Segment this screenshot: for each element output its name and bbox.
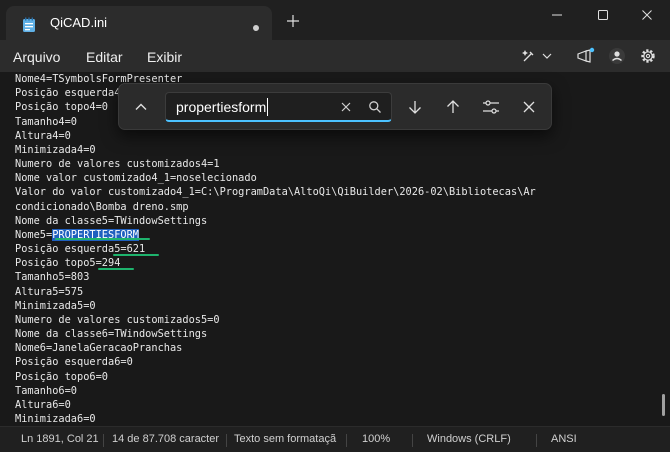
annotation-underline [55, 238, 150, 240]
find-previous-button[interactable] [441, 95, 465, 119]
text-line: Minimizada4=0 [15, 144, 96, 156]
tab-title: QiCAD.ini [50, 15, 108, 30]
find-panel: propertiesform [118, 83, 552, 130]
text-line: condicionado\Bomba dreno.smp [15, 201, 189, 213]
find-input[interactable]: propertiesform [165, 92, 392, 122]
text-line: Minimizada6=0 [15, 413, 96, 425]
text-line: Posição topo4=0 [15, 101, 108, 113]
chevron-up-icon [135, 103, 147, 110]
annotation-underline [113, 254, 159, 256]
vertical-scrollbar-thumb[interactable] [662, 394, 665, 416]
account-button[interactable] [605, 45, 629, 67]
copilot-button[interactable] [518, 45, 556, 67]
arrow-down-icon [409, 101, 421, 114]
text-line: Tamanho4=0 [15, 116, 77, 128]
text-line: Tamanho6=0 [15, 385, 77, 397]
sparkle-pen-icon [522, 50, 552, 62]
unsaved-dot-icon[interactable] [253, 25, 259, 31]
maximize-button[interactable] [580, 0, 626, 30]
menu-file[interactable]: Arquivo [13, 49, 60, 65]
close-window-button[interactable] [624, 0, 670, 30]
text-line: Altura4=0 [15, 130, 71, 142]
status-divider [226, 434, 227, 447]
text-line: Nome6=JanelaGeracaoPranchas [15, 342, 183, 354]
status-bar: Ln 1891, Col 21 14 de 87.708 caracter Te… [0, 426, 670, 452]
find-next-button[interactable] [403, 95, 427, 119]
minimize-button[interactable] [534, 0, 580, 30]
text-line: Posição esquerda6=0 [15, 356, 133, 368]
account-icon [609, 48, 625, 64]
settings-button[interactable] [636, 45, 660, 67]
maximize-icon [598, 10, 608, 20]
match-line-prefix: Nome5= [15, 229, 53, 241]
status-divider [412, 434, 413, 447]
text-line: Minimizada5=0 [15, 300, 96, 312]
text-line: Posição topo6=0 [15, 371, 108, 383]
megaphone-icon [577, 47, 595, 63]
text-line: Altura5=575 [15, 286, 84, 298]
text-line: Valor do valor customizado4_1=C:\Program… [15, 186, 536, 198]
text-line: Nome da classe5=TWindowSettings [15, 215, 208, 227]
new-tab-plus-icon[interactable] [284, 12, 302, 30]
status-divider [346, 434, 347, 447]
document-tab[interactable]: QiCAD.ini [6, 6, 272, 40]
close-icon [642, 10, 652, 20]
status-divider [536, 434, 537, 447]
sliders-icon [483, 100, 499, 114]
format-status[interactable]: Texto sem formataçã [234, 433, 336, 445]
text-line: Altura6=0 [15, 399, 71, 411]
selection-count: 14 de 87.708 caracter [112, 433, 220, 445]
zoom-level[interactable]: 100% [362, 433, 390, 445]
cursor-position: Ln 1891, Col 21 [21, 433, 99, 445]
title-bar: QiCAD.ini [0, 0, 670, 40]
find-options-button[interactable] [479, 95, 503, 119]
notepad-icon [23, 17, 35, 32]
menu-view[interactable]: Exibir [147, 49, 182, 65]
text-caret [267, 98, 268, 116]
collapse-replace-button[interactable] [129, 95, 153, 119]
search-icon[interactable] [368, 100, 382, 114]
minimize-icon [552, 14, 562, 16]
find-query: propertiesform [176, 99, 267, 115]
annotation-underline [98, 268, 134, 270]
status-divider [103, 434, 104, 447]
close-icon [523, 101, 535, 113]
menu-edit[interactable]: Editar [86, 49, 123, 65]
clear-search-icon[interactable] [340, 101, 352, 113]
text-line: Nome da classe6=TWindowSettings [15, 328, 208, 340]
text-line: Numero de valores customizados4=1 [15, 158, 220, 170]
gear-icon [641, 49, 655, 63]
line-ending[interactable]: Windows (CRLF) [427, 433, 511, 445]
encoding[interactable]: ANSI [551, 433, 577, 445]
text-line: Posição esquerda4=0 [15, 87, 133, 99]
close-find-button[interactable] [517, 95, 541, 119]
text-line: Numero de valores customizados5=0 [15, 314, 220, 326]
announcements-button[interactable] [572, 45, 598, 67]
arrow-up-icon [447, 100, 459, 113]
text-line: Tamanho5=803 [15, 271, 90, 283]
text-line: Nome valor customizado4_1=noselecionado [15, 172, 257, 184]
menu-bar: Arquivo Editar Exibir [0, 40, 670, 72]
